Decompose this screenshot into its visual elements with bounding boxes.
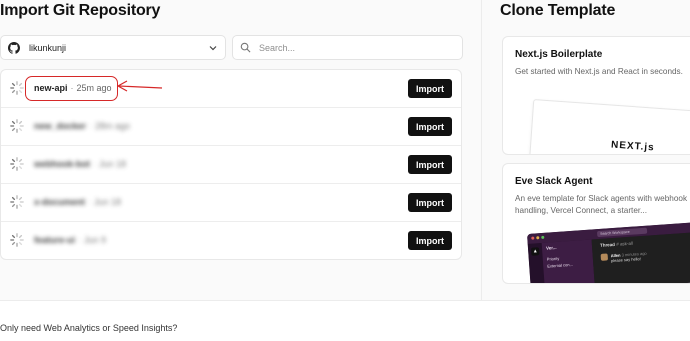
import-button[interactable]: Import <box>408 79 452 98</box>
import-button[interactable]: Import <box>408 155 452 174</box>
repo-name: x-document <box>34 197 86 207</box>
repo-row: webhook-bot · Jun 18 Import <box>1 146 461 184</box>
search-input[interactable] <box>259 42 449 53</box>
import-button[interactable]: Import <box>408 117 452 136</box>
workspace-icon: ▲ <box>530 247 540 256</box>
owner-name: likunkunji <box>29 42 67 53</box>
arrow-annotation-icon <box>116 80 163 92</box>
workspace-name: Ver... <box>545 244 557 251</box>
sidebar-item: Priority <box>546 255 560 262</box>
template-title: Next.js Boilerplate <box>515 49 603 60</box>
template-description: An eve template for Slack agents with we… <box>515 194 688 215</box>
slack-preview: Search Workspace ▲ Ver... Priority Exter… <box>527 221 690 283</box>
loading-spinner-icon <box>10 233 24 247</box>
import-button[interactable]: Import <box>408 231 452 250</box>
thread-channel: # ask-all <box>616 240 634 247</box>
repo-row: x-document · Jun 18 Import <box>1 184 461 222</box>
footer-link[interactable]: Only need Web Analytics or Speed Insight… <box>0 323 177 333</box>
template-preview <box>529 99 690 154</box>
import-button[interactable]: Import <box>408 193 452 212</box>
repo-age: Jun 18 <box>94 197 122 207</box>
chevron-down-icon <box>209 45 217 50</box>
repo-name: feature-ui <box>34 235 76 245</box>
footer: Only need Web Analytics or Speed Insight… <box>0 300 690 341</box>
search-icon <box>240 42 251 53</box>
message-text: please say hello! <box>610 256 641 264</box>
slack-sidebar: Ver... Priority External con... <box>541 239 596 283</box>
repo-age: 28m ago <box>95 121 131 131</box>
git-owner-select[interactable]: likunkunji <box>0 35 226 60</box>
clone-title: Clone Template <box>500 2 616 19</box>
import-title: Import Git Repository <box>0 2 161 19</box>
slack-thread: Thread # ask-all Allen 3 minutes ago ple… <box>591 231 690 283</box>
loading-spinner-icon <box>10 119 24 133</box>
repo-search[interactable] <box>232 35 463 60</box>
section-divider <box>481 0 482 300</box>
highlight-annotation <box>25 76 118 101</box>
import-section: Import Git Repository likunkunji new-api… <box>0 0 480 300</box>
sidebar-item: External con... <box>547 261 573 269</box>
repo-name: webhook-bot <box>34 159 90 169</box>
repo-age: Jun 18 <box>99 159 127 169</box>
template-description: Get started with Next.js and React in se… <box>515 67 683 76</box>
repo-label: x-document · Jun 18 <box>34 197 122 207</box>
template-title: Eve Slack Agent <box>515 176 593 187</box>
template-card-nextjs[interactable]: Next.js Boilerplate Get started with Nex… <box>502 36 690 155</box>
repo-row: new_docker · 28m ago Import <box>1 108 461 146</box>
repo-row: feature-ui · Jun 9 Import <box>1 222 461 259</box>
repo-label: new_docker · 28m ago <box>34 121 131 131</box>
repo-label: webhook-bot · Jun 18 <box>34 159 127 169</box>
loading-spinner-icon <box>10 81 24 95</box>
loading-spinner-icon <box>10 195 24 209</box>
repo-age: Jun 9 <box>84 235 107 245</box>
loading-spinner-icon <box>10 157 24 171</box>
avatar <box>600 253 609 261</box>
repo-name: new_docker <box>34 121 87 131</box>
repo-label: feature-ui · Jun 9 <box>34 235 107 245</box>
thread-title: Thread <box>599 241 616 248</box>
template-card-eve-slack[interactable]: Eve Slack Agent An eve template for Slac… <box>502 163 690 284</box>
thread-header: Thread # ask-all <box>600 241 633 248</box>
github-icon <box>8 41 20 54</box>
